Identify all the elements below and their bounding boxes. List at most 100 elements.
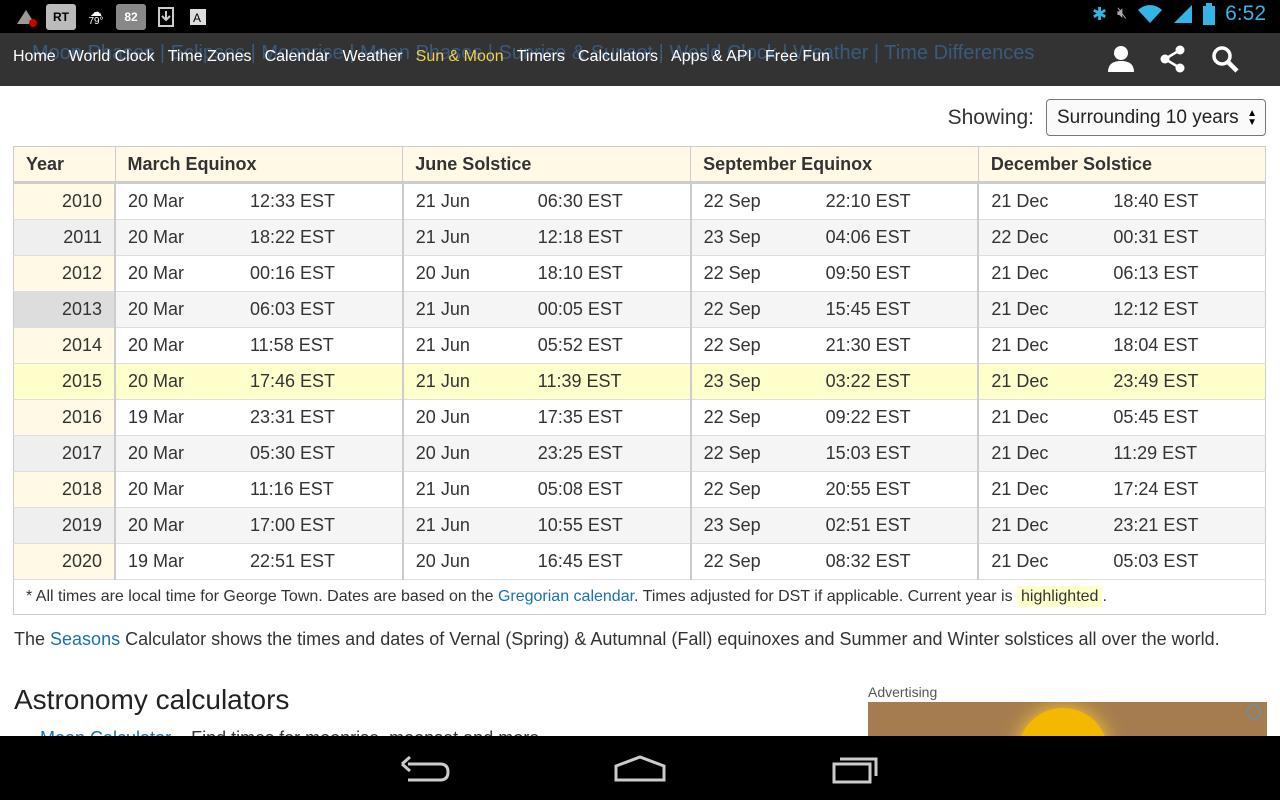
user-account-icon[interactable]: [1106, 44, 1136, 74]
date-cell: 21 Jun: [402, 219, 526, 256]
time-cell: 11:58 EST: [238, 327, 404, 364]
table-row: 2016 19 Mar 23:31 EST 20 Jun 17:35 EST 22 Sep…: [13, 399, 1267, 436]
date-cell: 19 Mar: [115, 399, 238, 436]
date-cell: 22 Sep: [690, 399, 814, 436]
year-cell: 2016: [13, 399, 116, 436]
nav-item-sun-moon[interactable]: Sun & Moon: [416, 48, 504, 66]
time-cell: 05:03 EST: [1101, 543, 1267, 580]
nav-item-home[interactable]: Home: [13, 48, 56, 66]
date-cell: 20 Jun: [402, 435, 526, 472]
nav-item-apps-api[interactable]: Apps & API: [671, 48, 752, 66]
header-year: Year: [13, 146, 116, 184]
range-select-value: Surrounding 10 years: [1057, 106, 1239, 128]
time-cell: 00:31 EST: [1101, 219, 1267, 256]
time-cell: 00:16 EST: [238, 255, 404, 292]
time-cell: 11:29 EST: [1101, 435, 1267, 472]
nav-item-free-fun[interactable]: Free Fun: [765, 48, 830, 66]
nav-item-calculators[interactable]: Calculators: [578, 48, 658, 66]
back-icon[interactable]: [394, 750, 454, 786]
nav-item-time-zones[interactable]: Time Zones: [168, 48, 252, 66]
year-cell: 2019: [13, 507, 116, 544]
year-cell: 2012: [13, 255, 116, 292]
date-cell: 21 Jun: [402, 363, 526, 400]
time-cell: 00:05 EST: [525, 291, 692, 328]
header-september-equinox: September Equinox: [690, 146, 979, 184]
select-arrows-icon: ▲ ▼: [1247, 108, 1257, 128]
table-row: 2017 20 Mar 05:30 EST 20 Jun 23:25 EST 22 Sep…: [13, 435, 1267, 472]
header-march-equinox: March Equinox: [114, 146, 404, 184]
nav-item-timers[interactable]: Timers: [517, 48, 565, 66]
time-cell: 05:45 EST: [1101, 399, 1267, 436]
time-cell: 11:39 EST: [525, 363, 692, 400]
date-cell: 20 Jun: [402, 255, 526, 292]
time-cell: 17:35 EST: [525, 399, 692, 436]
seasons-link[interactable]: Seasons: [50, 629, 120, 649]
home-icon[interactable]: [610, 750, 670, 786]
table-row: 2012 20 Mar 00:16 EST 20 Jun 18:10 EST 22 Sep…: [13, 255, 1267, 292]
date-cell: 20 Mar: [115, 182, 238, 220]
advertisement-banner[interactable]: i: [868, 702, 1267, 736]
sun-image: [1018, 708, 1108, 736]
recent-apps-icon[interactable]: [828, 750, 888, 786]
search-icon[interactable]: [1210, 44, 1240, 74]
time-cell: 06:13 EST: [1101, 255, 1267, 292]
date-cell: 22 Sep: [690, 291, 814, 328]
time-cell: 05:30 EST: [238, 435, 404, 472]
time-cell: 02:51 EST: [813, 507, 980, 544]
mute-icon: 🔇︎: [1117, 5, 1128, 22]
date-cell: 20 Mar: [115, 291, 238, 328]
time-cell: 11:16 EST: [238, 471, 404, 508]
date-cell: 20 Mar: [115, 507, 238, 544]
time-cell: 06:03 EST: [238, 291, 404, 328]
share-icon[interactable]: [1158, 44, 1188, 74]
date-cell: 20 Jun: [402, 543, 526, 580]
date-cell: 20 Mar: [115, 219, 238, 256]
table-row: 2014 20 Mar 11:58 EST 21 Jun 05:52 EST 22 Sep…: [13, 327, 1267, 364]
time-cell: 15:03 EST: [813, 435, 980, 472]
time-cell: 09:50 EST: [813, 255, 980, 292]
table-row: 2013 20 Mar 06:03 EST 21 Jun 00:05 EST 22 Sep…: [13, 291, 1267, 328]
time-cell: 23:25 EST: [525, 435, 692, 472]
gregorian-calendar-link[interactable]: Gregorian calendar: [498, 588, 634, 605]
nav-item-world-clock[interactable]: World Clock: [69, 48, 155, 66]
nav-item-weather[interactable]: Weather: [342, 48, 402, 66]
battery-icon: [1203, 3, 1216, 25]
date-cell: 21 Dec: [978, 255, 1102, 292]
time-cell: 15:45 EST: [813, 291, 980, 328]
seasons-table: Year March Equinox June Solstice Septemb…: [13, 146, 1267, 615]
ad-info-icon[interactable]: i: [1247, 705, 1261, 719]
time-cell: 18:40 EST: [1101, 182, 1267, 220]
range-select[interactable]: Surrounding 10 years ▲ ▼: [1046, 99, 1266, 136]
svg-text:A: A: [193, 11, 201, 25]
date-cell: 21 Dec: [978, 363, 1102, 400]
date-cell: 22 Sep: [690, 435, 814, 472]
date-cell: 21 Dec: [978, 507, 1102, 544]
time-cell: 18:22 EST: [238, 219, 404, 256]
date-cell: 22 Sep: [690, 327, 814, 364]
system-navigation-bar: [0, 736, 1280, 800]
time-cell: 17:46 EST: [238, 363, 404, 400]
date-cell: 21 Dec: [978, 291, 1102, 328]
header-june-solstice: June Solstice: [402, 146, 692, 184]
date-cell: 22 Sep: [690, 255, 814, 292]
download-icon: [154, 5, 178, 29]
clock-time: 6:52: [1225, 2, 1266, 25]
seasons-description: The Seasons Calculator shows the times a…: [14, 629, 1220, 649]
nav-item-calendar[interactable]: Calendar: [265, 48, 330, 66]
font-app-icon: A: [186, 5, 210, 29]
time-cell: 03:22 EST: [813, 363, 980, 400]
time-cell: 05:08 EST: [525, 471, 692, 508]
date-cell: 20 Mar: [115, 363, 238, 400]
time-cell: 17:00 EST: [238, 507, 404, 544]
time-cell: 17:24 EST: [1101, 471, 1267, 508]
notification-app-icon: [14, 5, 38, 29]
time-cell: 08:32 EST: [813, 543, 980, 580]
date-cell: 21 Dec: [978, 435, 1102, 472]
table-row: 2011 20 Mar 18:22 EST 21 Jun 12:18 EST 23 Sep…: [13, 219, 1267, 256]
table-header-row: Year March Equinox June Solstice Septemb…: [13, 146, 1267, 184]
date-cell: 21 Jun: [402, 327, 526, 364]
date-cell: 22 Sep: [690, 471, 814, 508]
time-cell: 22:10 EST: [813, 182, 980, 220]
time-cell: 12:33 EST: [238, 182, 404, 220]
date-cell: 21 Jun: [402, 471, 526, 508]
